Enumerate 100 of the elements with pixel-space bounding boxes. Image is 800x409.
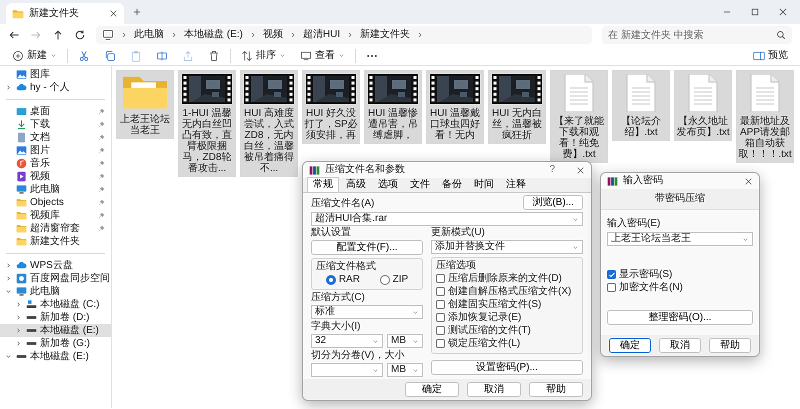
file-tile[interactable]: HUI 无内白丝，温馨被疯狂折 — [488, 70, 546, 144]
sidebar-item[interactable]: 此电脑 — [0, 285, 111, 298]
dictionary-dropdown[interactable]: 32 — [311, 334, 383, 348]
sidebar-item[interactable]: 图库 — [0, 68, 111, 81]
sidebar-item[interactable]: 百度网盘同步空间 — [0, 272, 111, 285]
new-button[interactable]: 新建 — [8, 48, 61, 62]
chevron-icon[interactable] — [5, 288, 12, 295]
new-tab-icon[interactable] — [132, 7, 142, 17]
breadcrumb-item[interactable]: 超清HUI — [302, 29, 340, 41]
up-arrow-icon[interactable] — [52, 29, 64, 41]
chevron-icon[interactable] — [15, 314, 22, 321]
method-dropdown[interactable]: 标准 — [311, 305, 423, 319]
radio-button[interactable] — [326, 274, 336, 284]
chevron-icon[interactable] — [5, 353, 12, 360]
sidebar-item[interactable]: 音乐 — [0, 157, 111, 170]
caret-icon — [412, 338, 419, 344]
chevron-icon[interactable] — [15, 301, 22, 308]
dialog-button[interactable]: 帮助 — [709, 338, 751, 353]
help-button[interactable]: ? — [549, 164, 555, 176]
sidebar-item[interactable]: hy - 个人 — [0, 81, 111, 94]
file-tile[interactable]: 【来了就能下载和观看！纯免费】.txt — [550, 70, 608, 163]
tab[interactable]: 新建文件夹 — [6, 3, 124, 24]
checkbox[interactable] — [607, 270, 616, 279]
sidebar-item[interactable]: 本地磁盘 (C:) — [0, 298, 111, 311]
sidebar-item[interactable]: 视频 — [0, 170, 111, 183]
checkbox-label: 加密文件名(N) — [619, 282, 683, 294]
set-password-button[interactable]: 设置密码(P)... — [431, 360, 583, 375]
file-tile[interactable]: 1-HUI 温馨无内白丝凹凸有致，直臂极限捆马，ZD8轮番攻击... — [178, 70, 236, 177]
refresh-icon[interactable] — [74, 29, 86, 41]
dialog-tab[interactable]: 高级 — [341, 178, 371, 192]
breadcrumb-item[interactable]: 本地磁盘 (E:) — [184, 29, 243, 41]
checkbox[interactable] — [436, 326, 445, 335]
filename-dropdown[interactable]: 超清HUI合集.rar — [311, 212, 583, 226]
chevron-icon[interactable] — [5, 84, 12, 91]
dialog-tab[interactable]: 选项 — [373, 178, 403, 192]
checkbox[interactable] — [436, 300, 445, 309]
sidebar-item[interactable]: Objects — [0, 196, 111, 209]
chevron-icon[interactable] — [15, 340, 22, 347]
sidebar-item[interactable]: WPS云盘 — [0, 259, 111, 272]
dialog-tab[interactable]: 备份 — [437, 178, 467, 192]
checkbox[interactable] — [436, 287, 445, 296]
file-tile[interactable]: 【论坛介绍】.txt — [612, 70, 670, 141]
checkbox[interactable] — [607, 283, 616, 292]
checkbox[interactable] — [436, 274, 445, 283]
maximize-icon[interactable] — [750, 7, 760, 17]
dialog-tab[interactable]: 注释 — [501, 178, 531, 192]
back-icon[interactable] — [8, 29, 20, 41]
dialog-tab[interactable]: 常规 — [307, 177, 339, 192]
file-tile[interactable]: HUI 好久没打了，SP必须安排，再 — [302, 70, 360, 144]
unit-dropdown[interactable]: MB — [387, 363, 423, 377]
sidebar-item[interactable]: 新加卷 (D:) — [0, 311, 111, 324]
sidebar-item[interactable]: 此电脑 — [0, 183, 111, 196]
dialog-button[interactable]: 取消 — [659, 338, 701, 353]
view-button[interactable]: 查看 — [296, 48, 349, 62]
sidebar-item[interactable]: 图片 — [0, 144, 111, 157]
field-label: 输入密码(E) — [607, 218, 662, 230]
document-icon — [749, 74, 781, 112]
dialog-tab[interactable]: 时间 — [469, 178, 499, 192]
preview-button[interactable]: 预览 — [749, 48, 792, 62]
file-tile[interactable]: HUI 温馨惨遭吊害，吊缚虐脚， — [364, 70, 422, 144]
browse-button[interactable]: 浏览(B)... — [523, 195, 583, 210]
chevron-icon[interactable] — [15, 327, 22, 334]
file-tile[interactable]: 上老王论坛当老王 — [116, 70, 174, 139]
search-field[interactable]: 在 新建文件夹 中搜索 — [602, 26, 792, 44]
dialog-tab[interactable]: 文件 — [405, 178, 435, 192]
file-tile[interactable]: 最新地址及APP请发邮箱自动获取！！！.txt — [736, 70, 794, 163]
file-tile[interactable]: 【永久地址发布页】.txt — [674, 70, 732, 141]
checkbox[interactable] — [436, 313, 445, 322]
breadcrumb-item[interactable]: 视频 — [262, 29, 283, 41]
unit-dropdown[interactable]: MB — [387, 334, 423, 348]
sidebar-item[interactable]: 本地磁盘 (E:) — [0, 350, 111, 363]
file-tile[interactable]: HUI 温馨戴口球虫四好看！无内 — [426, 70, 484, 144]
sidebar-item[interactable]: 本地磁盘 (E:) — [0, 324, 111, 337]
sidebar-item[interactable]: 文档 — [0, 131, 111, 144]
radio-button[interactable] — [380, 274, 390, 284]
close-icon[interactable] — [109, 9, 118, 18]
close-icon[interactable] — [576, 166, 585, 174]
profiles-button[interactable]: 配置文件(F)... — [311, 240, 423, 255]
dialog-button[interactable]: 确定 — [405, 382, 459, 397]
dialog-button[interactable]: 帮助 — [529, 382, 583, 397]
checkbox[interactable] — [436, 339, 445, 348]
organize-passwords-button[interactable]: 整理密码(O)... — [607, 310, 753, 325]
chevron-icon[interactable] — [5, 275, 12, 282]
password-field[interactable]: 上老王论坛当老王 — [607, 232, 753, 246]
breadcrumb-item[interactable]: 此电脑 — [134, 29, 164, 41]
sidebar-item[interactable]: 桌面 — [0, 105, 111, 118]
file-tile[interactable]: HUI 高难度尝试，入式ZD8，无内白丝，温馨被吊着痛得不... — [240, 70, 298, 177]
sidebar-item[interactable]: 超清窗帘套 — [0, 222, 111, 235]
breadcrumb-item[interactable]: 新建文件夹 — [360, 29, 410, 41]
dialog-button[interactable]: 取消 — [467, 382, 521, 397]
sidebar-item[interactable]: 视频库 — [0, 209, 111, 222]
sort-button[interactable]: 排序 — [237, 48, 290, 62]
close-icon[interactable] — [744, 176, 753, 186]
chevron-icon[interactable] — [5, 262, 12, 269]
sidebar-item[interactable]: 新加卷 (G:) — [0, 337, 111, 350]
sidebar-item[interactable]: 下载 — [0, 118, 111, 131]
update-mode-dropdown[interactable]: 添加并替换文件 — [431, 240, 583, 254]
sidebar-item[interactable]: 新建文件夹 — [0, 235, 111, 248]
close-icon[interactable] — [778, 7, 788, 17]
dialog-button[interactable]: 确定 — [609, 338, 651, 353]
